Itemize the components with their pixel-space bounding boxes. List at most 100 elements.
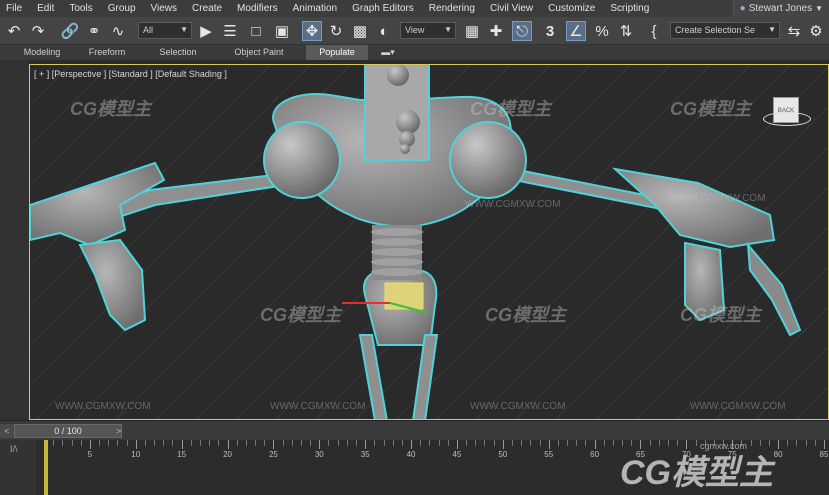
menu-graph-editors[interactable]: Graph Editors <box>346 3 423 14</box>
undo-icon[interactable]: ↶ <box>4 21 24 41</box>
select-move-icon[interactable]: ✥ <box>302 21 322 41</box>
tab-selection[interactable]: Selection <box>146 45 210 60</box>
pivot-center-icon[interactable]: ▦ <box>462 21 482 41</box>
frame-tick <box>218 440 220 446</box>
ribbon-options-icon[interactable]: ▬▾ <box>376 45 400 60</box>
reference-coordinate-value: View <box>405 25 425 35</box>
select-scale-icon[interactable]: ▩ <box>350 21 370 41</box>
chevron-down-icon: ▼ <box>768 25 776 34</box>
menu-civil-view[interactable]: Civil View <box>484 3 542 14</box>
frame-tick <box>502 440 504 449</box>
frame-tick <box>420 440 422 446</box>
frame-tick <box>438 440 440 446</box>
percent-snap-icon[interactable]: % <box>592 21 612 41</box>
frame-tick <box>365 440 367 449</box>
playhead[interactable] <box>44 440 48 495</box>
unlink-icon[interactable]: ⚭ <box>84 21 104 41</box>
watermark: CG模型主 <box>485 305 566 325</box>
menu-group[interactable]: Group <box>102 3 145 14</box>
frame-tick <box>814 440 816 446</box>
reference-coordinate-dropdown[interactable]: View ▼ <box>400 22 456 39</box>
rectangular-selection-icon[interactable]: □ <box>246 21 266 41</box>
viewcube-compass[interactable] <box>763 112 811 126</box>
edit-named-selection-icon[interactable]: { <box>644 21 664 41</box>
tab-freeform[interactable]: Freeform <box>78 45 136 60</box>
select-by-name-icon[interactable]: ☰ <box>220 21 240 41</box>
watermark: CG模型主 <box>470 99 551 119</box>
frame-tick <box>245 440 247 446</box>
viewport-label[interactable]: [ + ] [Perspective ] [Standard ] [Defaul… <box>34 69 227 79</box>
selection-filter-dropdown[interactable]: All ▼ <box>138 22 192 39</box>
frame-tick <box>603 440 605 446</box>
angle-snap-icon[interactable]: ∠ <box>566 21 586 41</box>
frame-tick <box>805 440 807 446</box>
watermark-url: WWW.CGMXW.COM <box>670 193 766 204</box>
menu-modifiers[interactable]: Modifiers <box>231 3 287 14</box>
select-place-icon[interactable]: ◐ <box>374 21 394 41</box>
tab-modeling[interactable]: Modeling <box>10 45 74 60</box>
menu-scripting[interactable]: Scripting <box>604 3 658 14</box>
frame-tick <box>209 440 211 446</box>
frame-tick <box>493 440 495 446</box>
snaps-toggle-value: 3 <box>545 22 555 40</box>
frame-tick-label: 15 <box>177 450 187 459</box>
redo-icon[interactable]: ↷ <box>28 21 48 41</box>
menu-file[interactable]: File <box>0 3 31 14</box>
menu-views[interactable]: Views <box>145 3 187 14</box>
frame-tick <box>594 440 596 449</box>
align-icon[interactable]: ⚙ <box>806 21 826 41</box>
frame-tick <box>383 440 385 446</box>
mirror-icon[interactable]: ⇆ <box>784 21 804 41</box>
named-selection-sets-dropdown[interactable]: Create Selection Se ▼ <box>670 22 780 39</box>
selection-filter-value: All <box>143 25 154 35</box>
link-icon[interactable]: 🔗 <box>60 21 80 41</box>
frame-tick <box>89 440 91 449</box>
frame-tick-label: 60 <box>590 450 600 459</box>
frame-tick <box>108 440 110 446</box>
time-slider[interactable]: 0 / 100 <box>14 424 122 438</box>
tab-populate[interactable]: Populate <box>306 45 368 60</box>
snaps-toggle-icon[interactable]: 3 <box>540 21 560 41</box>
frame-tick <box>236 440 238 446</box>
window-crossing-icon[interactable]: ▣ <box>272 21 292 41</box>
tab-object-paint[interactable]: Object Paint <box>222 45 296 60</box>
frame-tick <box>576 440 578 446</box>
time-slider-next[interactable]: > <box>116 424 126 438</box>
menu-animation[interactable]: Animation <box>287 3 346 14</box>
frame-tick <box>319 440 321 449</box>
frame-tick <box>135 440 137 449</box>
frame-tick <box>512 440 513 446</box>
chevron-down-icon: ▼ <box>444 25 452 34</box>
frame-tick <box>337 440 339 446</box>
frame-tick <box>117 440 119 446</box>
menu-bar: File Edit Tools Group Views Create Modif… <box>0 0 829 17</box>
frame-tick <box>787 440 789 446</box>
menu-tools[interactable]: Tools <box>63 3 101 14</box>
frame-tick <box>328 440 330 446</box>
menu-edit[interactable]: Edit <box>31 3 63 14</box>
menu-create[interactable]: Create <box>186 3 231 14</box>
frame-tick <box>539 440 541 446</box>
menu-customize[interactable]: Customize <box>542 3 604 14</box>
select-manipulate-icon[interactable]: ✚ <box>486 21 506 41</box>
frame-tick-label: 20 <box>223 450 232 459</box>
frame-tick-label: 35 <box>360 450 370 459</box>
menu-rendering[interactable]: Rendering <box>423 3 484 14</box>
frame-tick <box>154 440 156 446</box>
time-slider-prev[interactable]: < <box>0 424 14 438</box>
bind-space-warp-icon[interactable]: ∿ <box>108 21 128 41</box>
keyboard-shortcut-toggle-icon[interactable]: ⎋ <box>512 21 532 41</box>
select-rotate-icon[interactable]: ↻ <box>326 21 346 41</box>
left-command-strip: ▶ <box>0 60 29 473</box>
watermark: CG模型主 <box>670 99 751 119</box>
perspective-viewport[interactable]: [ + ] [Perspective ] [Standard ] [Defaul… <box>29 64 829 420</box>
watermark-url: WWW.CGMXW.COM <box>690 401 786 412</box>
watermark: CG模型主 <box>260 305 341 325</box>
track-bar-key-toggle[interactable]: I/\ <box>0 440 36 495</box>
frame-tick <box>53 440 55 446</box>
frame-tick <box>255 440 257 446</box>
spinner-snap-icon[interactable]: ⇅ <box>616 21 636 41</box>
frame-tick <box>374 440 376 446</box>
select-object-icon[interactable]: ▶ <box>196 21 216 41</box>
user-account[interactable]: ● Stewart Jones ▼ <box>732 0 829 17</box>
